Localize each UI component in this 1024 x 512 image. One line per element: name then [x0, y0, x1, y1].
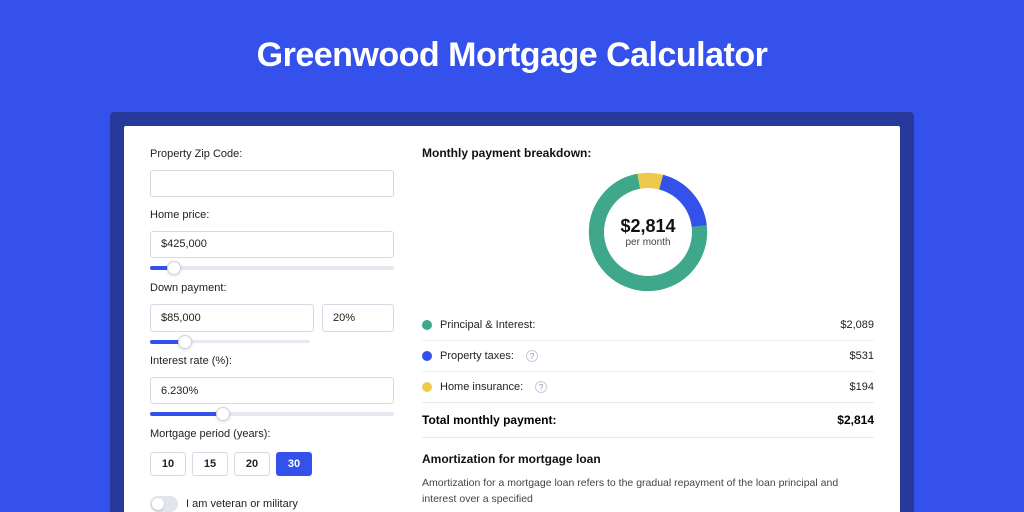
legend-value: $531 [850, 350, 874, 362]
period-option-10[interactable]: 10 [150, 452, 186, 476]
results-column: Monthly payment breakdown: $2,814 per mo… [422, 146, 874, 512]
interest-rate-slider-thumb[interactable] [216, 407, 230, 421]
interest-rate-label: Interest rate (%): [150, 355, 394, 367]
down-payment-slider-thumb[interactable] [178, 335, 192, 349]
legend-label: Property taxes: [440, 350, 514, 362]
period-option-20[interactable]: 20 [234, 452, 270, 476]
page-title: Greenwood Mortgage Calculator [0, 0, 1024, 75]
interest-rate-input[interactable] [150, 377, 394, 404]
calculator-panel: Property Zip Code: Home price: Down paym… [124, 126, 900, 512]
down-payment-amount-input[interactable] [150, 304, 314, 332]
inputs-column: Property Zip Code: Home price: Down paym… [150, 146, 394, 512]
period-options: 10152030 [150, 452, 394, 476]
donut-amount: $2,814 [620, 216, 675, 237]
home-price-slider[interactable] [150, 266, 394, 270]
period-label: Mortgage period (years): [150, 428, 394, 440]
veteran-toggle-knob [152, 498, 164, 510]
period-option-30[interactable]: 30 [276, 452, 312, 476]
legend-value: $194 [850, 381, 874, 393]
veteran-label: I am veteran or military [186, 498, 298, 510]
veteran-toggle[interactable] [150, 496, 178, 512]
zip-label: Property Zip Code: [150, 148, 394, 160]
donut-subtext: per month [625, 237, 670, 248]
down-payment-label: Down payment: [150, 282, 394, 294]
home-price-input[interactable] [150, 231, 394, 258]
amortization-section: Amortization for mortgage loan Amortizat… [422, 437, 874, 508]
legend: Principal & Interest: $2,089 Property taxe… [422, 310, 874, 402]
legend-dot [422, 320, 432, 330]
amortization-title: Amortization for mortgage loan [422, 452, 874, 466]
legend-row: Home insurance:? $194 [422, 371, 874, 402]
breakdown-title: Monthly payment breakdown: [422, 146, 874, 160]
legend-label: Home insurance: [440, 381, 523, 393]
legend-label: Principal & Interest: [440, 319, 535, 331]
panel-backdrop: Property Zip Code: Home price: Down paym… [110, 112, 914, 512]
period-option-15[interactable]: 15 [192, 452, 228, 476]
donut-chart: $2,814 per month [584, 168, 712, 296]
legend-dot [422, 351, 432, 361]
legend-dot [422, 382, 432, 392]
help-icon[interactable]: ? [535, 381, 547, 393]
amortization-text: Amortization for a mortgage loan refers … [422, 476, 874, 508]
total-label: Total monthly payment: [422, 413, 556, 427]
help-icon[interactable]: ? [526, 350, 538, 362]
down-payment-slider[interactable] [150, 340, 310, 344]
home-price-slider-thumb[interactable] [167, 261, 181, 275]
legend-row: Principal & Interest: $2,089 [422, 310, 874, 340]
home-price-label: Home price: [150, 209, 394, 221]
interest-rate-slider[interactable] [150, 412, 394, 416]
down-payment-pct-input[interactable] [322, 304, 394, 332]
legend-value: $2,089 [840, 319, 874, 331]
total-value: $2,814 [837, 413, 874, 427]
legend-row: Property taxes:? $531 [422, 340, 874, 371]
zip-input[interactable] [150, 170, 394, 197]
